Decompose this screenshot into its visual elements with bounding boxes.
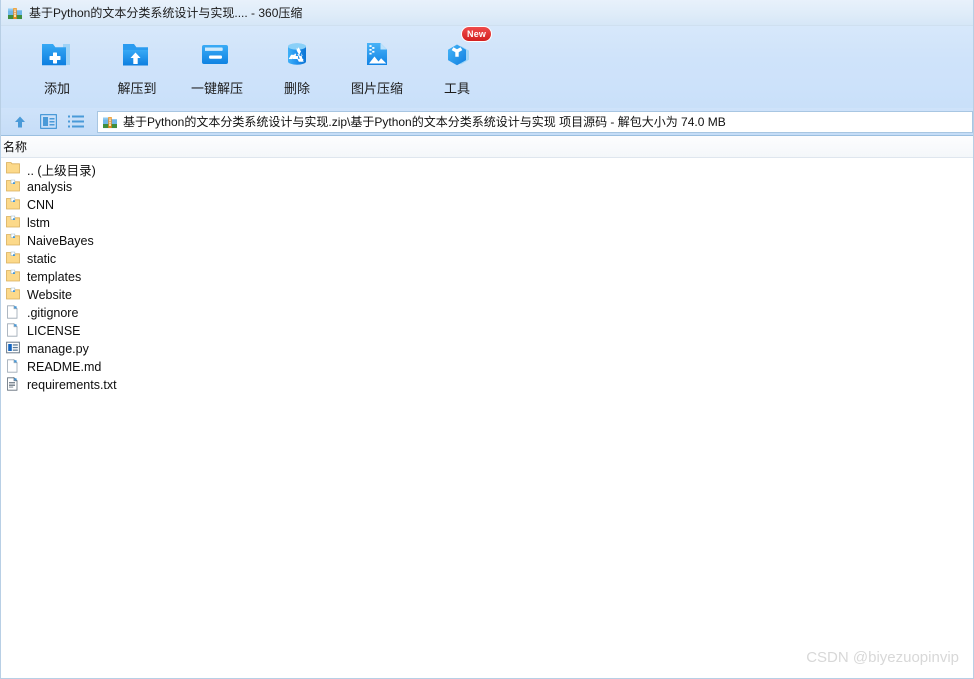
python-file-icon bbox=[6, 341, 22, 357]
list-item-label: lstm bbox=[27, 216, 50, 230]
list-item[interactable]: Website bbox=[2, 286, 972, 304]
path-input[interactable]: 基于Python的文本分类系统设计与实现.zip\基于Python的文本分类系统… bbox=[97, 110, 973, 133]
folder-icon bbox=[6, 197, 22, 213]
tools-cube-icon bbox=[437, 34, 477, 74]
list-item[interactable]: manage.py bbox=[2, 340, 972, 358]
list-item[interactable]: .gitignore bbox=[2, 304, 972, 322]
toolbar-label: 图片压缩 bbox=[350, 81, 403, 96]
list-item[interactable]: NaiveBayes bbox=[2, 232, 972, 250]
list-item[interactable]: LICENSE bbox=[2, 322, 972, 340]
list-item[interactable]: static bbox=[2, 250, 972, 268]
recycle-bin-icon bbox=[277, 34, 317, 74]
path-text: 基于Python的文本分类系统设计与实现.zip\基于Python的文本分类系统… bbox=[123, 115, 726, 129]
one-click-extract-icon bbox=[197, 34, 237, 74]
list-item-label: Website bbox=[27, 288, 72, 302]
list-view-icon[interactable] bbox=[65, 111, 87, 133]
file-icon bbox=[6, 323, 22, 339]
folder-icon bbox=[6, 215, 22, 231]
toolbar-button-extract-to[interactable]: 解压到 bbox=[97, 30, 177, 104]
app-window: 基于Python的文本分类系统设计与实现.... - 360压缩 添加 解压到 … bbox=[0, 0, 974, 679]
list-item-label: analysis bbox=[27, 180, 73, 194]
folder-icon bbox=[6, 179, 22, 195]
toolbar-button-delete[interactable]: 删除 bbox=[257, 30, 337, 104]
title-bar: 基于Python的文本分类系统设计与实现.... - 360压缩 bbox=[1, 0, 973, 26]
csdn-watermark: CSDN @biyezuopinvip bbox=[806, 649, 959, 666]
list-item-label: requirements.txt bbox=[27, 378, 117, 392]
list-item[interactable]: CNN bbox=[2, 196, 972, 214]
column-header: 名称 bbox=[1, 136, 973, 158]
toolbar-button-tools[interactable]: New 工具 bbox=[417, 26, 497, 104]
folder-icon bbox=[6, 233, 22, 249]
folder-extract-up-icon bbox=[117, 34, 157, 74]
list-item-label: README.md bbox=[27, 360, 102, 374]
zip-archive-icon bbox=[102, 114, 118, 130]
toolbar-label: 工具 bbox=[443, 81, 470, 96]
toolbar-label: 解压到 bbox=[117, 81, 157, 96]
folder-parent-icon bbox=[6, 161, 22, 177]
folder-add-icon bbox=[37, 34, 77, 74]
toolbar-label: 一键解压 bbox=[190, 81, 243, 96]
text-file-icon bbox=[6, 377, 22, 393]
toolbar-button-one-click-extract[interactable]: 一键解压 bbox=[177, 30, 257, 104]
list-item[interactable]: README.md bbox=[2, 358, 972, 376]
list-item-label: .gitignore bbox=[27, 306, 79, 320]
column-header-name[interactable]: 名称 bbox=[1, 138, 27, 155]
list-item-label: LICENSE bbox=[27, 324, 81, 338]
image-compress-icon bbox=[357, 34, 397, 74]
toolbar-label: 添加 bbox=[43, 81, 70, 96]
file-list[interactable]: .. (上级目录) analysis CNN lstm NaiveBayes s… bbox=[2, 160, 972, 677]
list-item-label: manage.py bbox=[27, 342, 89, 356]
folder-icon bbox=[6, 287, 22, 303]
list-item[interactable]: lstm bbox=[2, 214, 972, 232]
file-icon bbox=[6, 305, 22, 321]
list-item-label: NaiveBayes bbox=[27, 234, 94, 248]
list-item[interactable]: analysis bbox=[2, 178, 972, 196]
list-item[interactable]: requirements.txt bbox=[2, 376, 972, 394]
navigation-bar: 基于Python的文本分类系统设计与实现.zip\基于Python的文本分类系统… bbox=[1, 108, 973, 136]
window-title: 基于Python的文本分类系统设计与实现.... - 360压缩 bbox=[29, 6, 303, 20]
folder-icon bbox=[6, 251, 22, 267]
preview-pane-icon[interactable] bbox=[37, 111, 59, 133]
list-item[interactable]: templates bbox=[2, 268, 972, 286]
toolbar-button-image-compress[interactable]: 图片压缩 bbox=[337, 30, 417, 104]
up-arrow-icon[interactable] bbox=[9, 111, 31, 133]
zip-archive-icon bbox=[7, 5, 23, 21]
list-item-label: static bbox=[27, 252, 57, 266]
list-item[interactable]: .. (上级目录) bbox=[2, 160, 972, 178]
file-icon bbox=[6, 359, 22, 375]
folder-icon bbox=[6, 269, 22, 285]
list-item-label: templates bbox=[27, 270, 82, 284]
list-item-label: CNN bbox=[27, 198, 55, 212]
main-toolbar: 添加 解压到 一键解压 删除 图片压缩 New 工具 bbox=[1, 26, 973, 108]
toolbar-label: 删除 bbox=[283, 81, 310, 96]
list-item-label: .. (上级目录) bbox=[27, 163, 96, 178]
toolbar-button-add[interactable]: 添加 bbox=[17, 30, 97, 104]
